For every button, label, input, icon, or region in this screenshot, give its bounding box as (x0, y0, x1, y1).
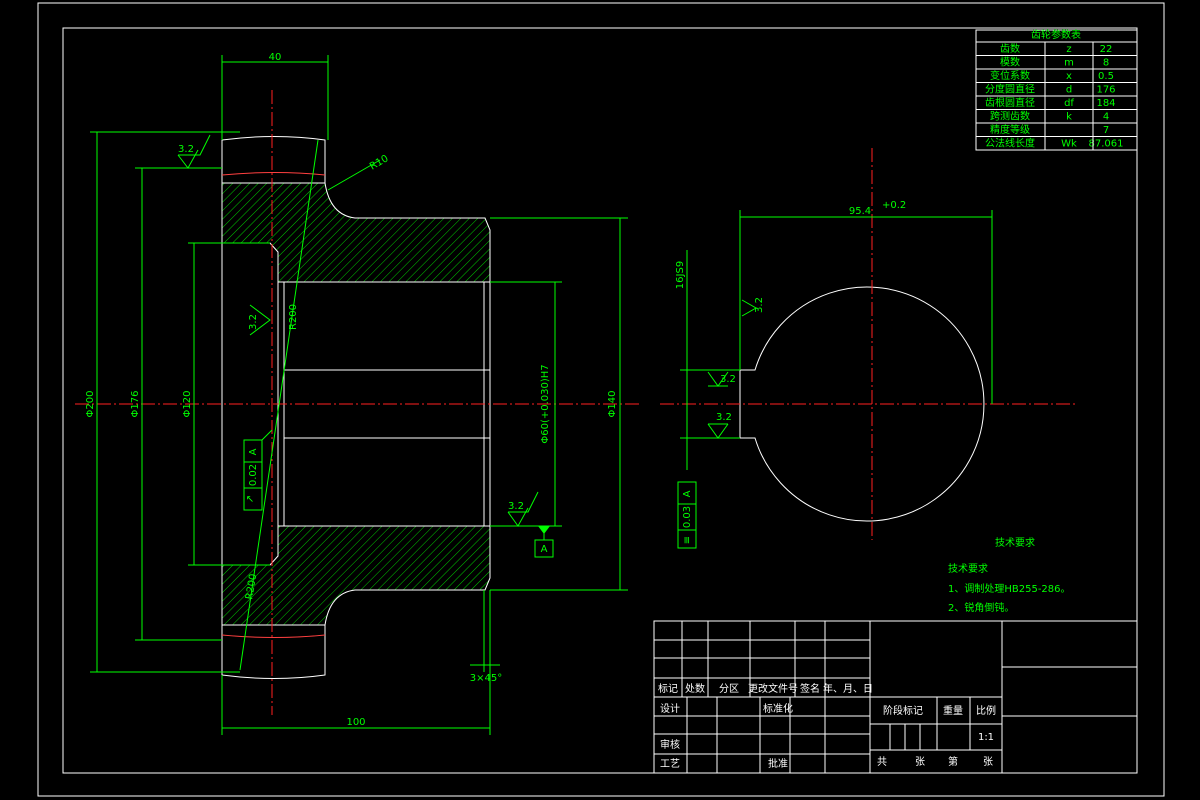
pitch-arc-bottom (221, 634, 326, 638)
tech-subtitle: 技术要求 (948, 562, 988, 575)
roughness-symbol-5: 3.2 (707, 371, 736, 387)
pitch-arc-top (221, 172, 326, 176)
param-name: 公法线长度 (985, 137, 1035, 150)
param-value: 184 (1096, 98, 1115, 109)
param-name: 分度圆直径 (985, 83, 1035, 96)
param-value: 7 (1103, 125, 1109, 136)
runout-frame: ↗ 0.02 A (243, 429, 273, 511)
tech-line-1: 1、调制处理HB255-286。 (948, 582, 1071, 595)
tb-approve: 批准 (768, 757, 788, 770)
param-symbol: df (1064, 98, 1074, 109)
param-value: 176 (1096, 85, 1115, 96)
roughness-symbol-3: 3.2 (507, 491, 539, 527)
dim-key-tol: +0.2 (882, 200, 906, 211)
tooth-bottom (221, 625, 326, 679)
dim-r200: R200 (288, 304, 299, 330)
roughness-symbol-4: 3.2 (741, 297, 765, 317)
param-value: 8 (1103, 58, 1109, 69)
param-symbol: d (1066, 85, 1072, 96)
svg-text:3.2: 3.2 (508, 501, 524, 512)
param-name: 齿数 (1000, 42, 1020, 55)
tb-sheet-unit-1: 张 (915, 756, 925, 768)
hatch-upper (221, 182, 491, 283)
svg-text:3.2: 3.2 (720, 374, 736, 385)
tooth-top (221, 136, 326, 183)
dim-fillet: R10 (368, 153, 391, 172)
tb-row-label: 分区 (719, 683, 739, 695)
param-symbol: x (1066, 71, 1072, 82)
dim-chamfer: 3×45° (470, 673, 502, 684)
tb-sheets-total: 共 (877, 756, 887, 768)
tb-row-label: 更改文件号 (748, 682, 798, 695)
datum-a: A (534, 526, 554, 558)
param-name: 精度等级 (990, 123, 1030, 136)
dim-dia-140: Φ140 (607, 391, 618, 418)
tb-row-label: 处数 (685, 682, 705, 695)
param-table-header: 齿轮参数表 (1031, 28, 1081, 41)
roughness-symbol-6: 3.2 (707, 412, 732, 439)
svg-text:0.02: 0.02 (248, 464, 259, 486)
symmetry-frame: ≡ 0.03 A (677, 481, 697, 549)
tb-process: 工艺 (660, 758, 680, 770)
tb-row-label: 年、月、日 (823, 682, 873, 695)
dim-dia-120: Φ120 (182, 391, 193, 418)
tb-standard: 标准化 (763, 702, 793, 715)
param-name: 变位系数 (990, 69, 1030, 82)
tb-sheet-unit-2: 张 (983, 756, 993, 768)
dim-bottom-width: 100 (346, 717, 365, 728)
tb-scale-label: 比例 (976, 704, 996, 717)
param-value: 4 (1103, 112, 1109, 123)
param-table: 齿轮参数表 齿数 z 22 模数 m 8 变位系数 x 0.5 分度圆直径 d 176 齿根圆直径 df 1… (975, 28, 1138, 151)
dim-dia-176: Φ176 (130, 391, 141, 418)
end-view: 95.4 +0.2 16JS9 3.2 3.2 3.2 ≡ 0.03 A (660, 148, 1075, 549)
svg-text:3.2: 3.2 (178, 144, 194, 155)
dimensions-left: 40 100 Φ200 Φ176 Φ120 Φ140 Φ60(+0.030)H7… (85, 52, 628, 735)
tech-title: 技术要求 (995, 536, 1035, 549)
cad-drawing-canvas: 齿轮参数表 齿数 z 22 模数 m 8 变位系数 x 0.5 分度圆直径 d 176 齿根圆直径 df 1… (37, 2, 1165, 797)
tb-review: 审核 (660, 738, 680, 751)
svg-text:≡: ≡ (682, 536, 693, 544)
dim-keyway: 16JS9 (675, 261, 686, 289)
svg-text:A: A (682, 490, 693, 497)
tb-scale: 1:1 (978, 732, 994, 743)
tb-design: 设计 (660, 702, 680, 715)
roughness-symbol-1: 3.2 (177, 134, 211, 169)
title-block: 标记 处数 分区 更改文件号 签名 年、月、日 阶段标记 重量 比例 1:1 共 张 第 … (653, 620, 1138, 774)
param-value: 0.5 (1098, 71, 1114, 82)
hatch-lower (221, 525, 491, 626)
tech-line-2: 2、锐角倒钝。 (948, 601, 1014, 614)
param-value: 87.061 (1089, 139, 1124, 150)
dim-dia-200: Φ200 (85, 391, 96, 418)
dim-bore: Φ60(+0.030)H7 (540, 364, 551, 443)
tb-weight: 重量 (943, 704, 963, 717)
roughness-symbol-2: 3.2 (248, 304, 271, 336)
svg-text:↗: ↗ (245, 495, 256, 503)
param-name: 齿根圆直径 (985, 96, 1035, 109)
tb-row-label: 签名 (800, 682, 820, 695)
svg-text:3.2: 3.2 (248, 314, 259, 330)
param-symbol: k (1066, 112, 1072, 123)
svg-text:3.2: 3.2 (754, 297, 765, 313)
param-symbol: z (1066, 44, 1071, 55)
param-value: 22 (1100, 44, 1113, 55)
dim-key-width: 95.4 (849, 206, 871, 217)
svg-text:0.03: 0.03 (682, 506, 693, 528)
param-symbol: Wk (1061, 139, 1077, 150)
param-name: 模数 (1000, 56, 1020, 69)
tb-sheet-no: 第 (948, 755, 958, 768)
tb-stage: 阶段标记 (883, 704, 923, 717)
param-name: 跨测齿数 (990, 110, 1030, 123)
svg-text:A: A (248, 448, 259, 455)
svg-text:A: A (541, 544, 548, 555)
dim-top-width: 40 (269, 52, 282, 63)
tb-row-label: 标记 (658, 683, 678, 695)
tech-requirements: 技术要求 技术要求 1、调制处理HB255-286。 2、锐角倒钝。 (948, 536, 1071, 614)
param-symbol: m (1064, 58, 1074, 69)
svg-text:3.2: 3.2 (716, 412, 732, 423)
